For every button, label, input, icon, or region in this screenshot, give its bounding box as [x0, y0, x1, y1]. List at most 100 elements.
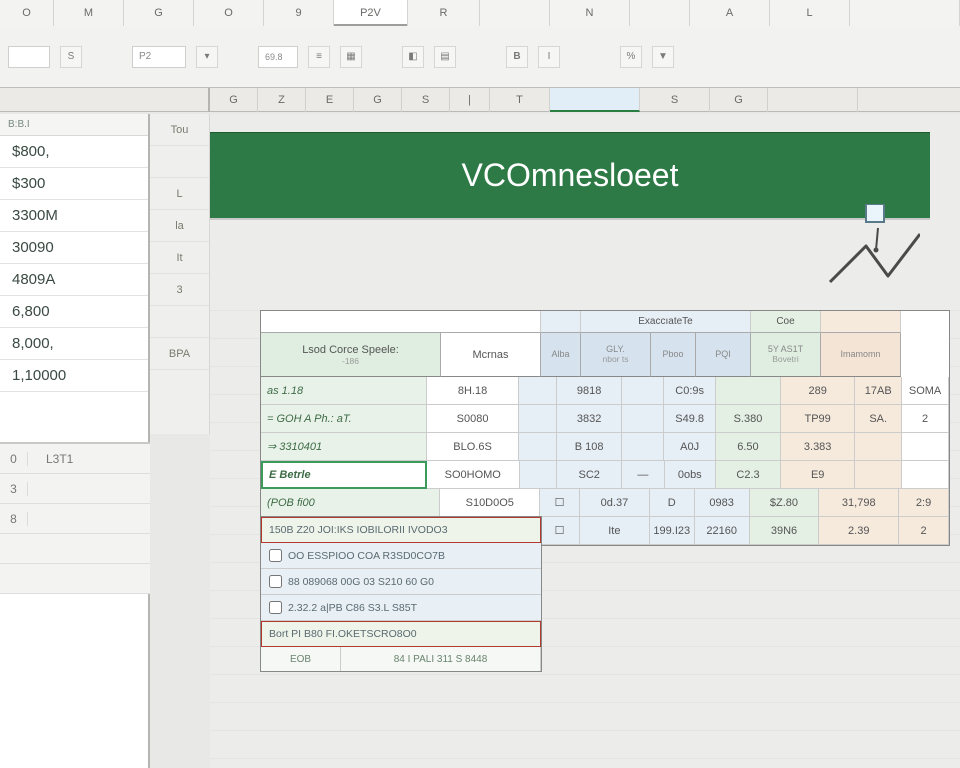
grid-col-header[interactable]: G: [710, 88, 768, 112]
table-cell[interactable]: [519, 405, 557, 433]
left-pane-value[interactable]: $800,: [0, 136, 148, 168]
tail-list-item[interactable]: 88 089068 00G 03 S210 60 G0: [261, 569, 541, 595]
table-cell[interactable]: [855, 461, 902, 489]
table-cell[interactable]: 8H.18: [427, 377, 520, 405]
table-cell[interactable]: 0obs: [665, 461, 716, 489]
table-cell[interactable]: SC2: [557, 461, 622, 489]
table-column-header[interactable]: Mcrnas: [441, 333, 541, 377]
ribbon-button[interactable]: ▤: [434, 46, 456, 68]
col-header[interactable]: [850, 0, 960, 26]
col-header[interactable]: O: [194, 0, 264, 26]
row-gutter-row[interactable]: [0, 534, 150, 564]
col-header[interactable]: L: [770, 0, 850, 26]
tail-list-item[interactable]: OO ESSPIOO COA R3SD0CO7B: [261, 543, 541, 569]
col-header[interactable]: G: [124, 0, 194, 26]
row-gutter-row[interactable]: [0, 564, 150, 594]
table-row[interactable]: as 1.188H.189818C0:9s28917ABSOMA: [261, 377, 949, 405]
dropdown-icon[interactable]: ▾: [196, 46, 218, 68]
embedded-table-tail[interactable]: 150B Z20 JOI:IKS IOBILORII IVODO3 OO ESS…: [260, 516, 542, 672]
table-cell[interactable]: 31,798: [819, 489, 899, 517]
table-cell[interactable]: [902, 461, 949, 489]
table-cell[interactable]: S.380: [716, 405, 781, 433]
left-pane-value[interactable]: 4809A: [0, 264, 148, 296]
table-cell[interactable]: —: [622, 461, 664, 489]
tail-list-item[interactable]: 2.32.2 a|PB C86 S3.L S85T: [261, 595, 541, 621]
table-cell[interactable]: ☐: [540, 489, 580, 517]
col-header[interactable]: [630, 0, 690, 26]
table-cell[interactable]: SO0HOMO: [427, 461, 520, 489]
table-cell[interactable]: [622, 377, 664, 405]
row-gutter-row[interactable]: 0L3T1: [0, 444, 150, 474]
table-cell[interactable]: D: [650, 489, 695, 517]
table-cell[interactable]: S49.8: [664, 405, 715, 433]
grid-col-header[interactable]: E: [306, 88, 354, 112]
table-column-header[interactable]: GLY.nbor ts: [581, 333, 651, 377]
bold-button[interactable]: B: [506, 46, 528, 68]
table-cell[interactable]: A0J: [664, 433, 715, 461]
tail-checkbox[interactable]: [269, 575, 282, 588]
table-cell[interactable]: 17AB: [855, 377, 902, 405]
col-header[interactable]: R: [408, 0, 480, 26]
table-column-header[interactable]: Alba: [541, 333, 581, 377]
left-pane-value[interactable]: 1,10000: [0, 360, 148, 392]
table-cell[interactable]: SOMA: [902, 377, 949, 405]
table-cell[interactable]: [902, 433, 949, 461]
table-cell[interactable]: C0:9s: [664, 377, 715, 405]
ribbon-button[interactable]: I: [538, 46, 560, 68]
table-cell[interactable]: 2: [899, 517, 949, 545]
table-cell[interactable]: S0080: [427, 405, 520, 433]
table-cell[interactable]: [622, 433, 664, 461]
ribbon-small-box[interactable]: [8, 46, 50, 68]
ribbon-button[interactable]: ▼: [652, 46, 674, 68]
table-column-header[interactable]: Lsod Corce Speele:-186: [261, 333, 441, 377]
col-header[interactable]: O: [0, 0, 54, 26]
col-header[interactable]: M: [54, 0, 124, 26]
row-gutter-row[interactable]: 8: [0, 504, 150, 534]
table-cell[interactable]: 3.383: [781, 433, 855, 461]
table-cell[interactable]: $Z.80: [750, 489, 820, 517]
left-pane-value[interactable]: 30090: [0, 232, 148, 264]
ribbon-button[interactable]: %: [620, 46, 642, 68]
table-cell[interactable]: 0983: [695, 489, 750, 517]
left-pane-value[interactable]: $300: [0, 168, 148, 200]
ribbon-button[interactable]: S: [60, 46, 82, 68]
table-cell[interactable]: E9: [781, 461, 855, 489]
table-cell[interactable]: [519, 433, 557, 461]
table-cell[interactable]: S10D0O5: [440, 489, 540, 517]
table-cell[interactable]: [622, 405, 664, 433]
grid-col-header[interactable]: S: [640, 88, 710, 112]
table-cell[interactable]: 2: [902, 405, 949, 433]
table-cell[interactable]: B 108: [557, 433, 622, 461]
table-row[interactable]: ⇒ 3310401BLO.6SB 108A0J6.503.383: [261, 433, 949, 461]
left-pane-value[interactable]: 8,000,: [0, 328, 148, 360]
table-cell[interactable]: 39N6: [750, 517, 820, 545]
col-header[interactable]: N: [550, 0, 630, 26]
grid-col-header[interactable]: T: [490, 88, 550, 112]
col-header-active[interactable]: P2V: [334, 0, 408, 26]
table-cell[interactable]: 0d.37: [580, 489, 650, 517]
table-cell[interactable]: 2.39: [819, 517, 899, 545]
ribbon-button[interactable]: ≡: [308, 46, 330, 68]
table-cell[interactable]: Ite: [580, 517, 650, 545]
grid-col-header[interactable]: Z: [258, 88, 306, 112]
table-cell[interactable]: ☐: [540, 517, 580, 545]
table-column-header[interactable]: 5Y AS1TBovetri: [751, 333, 821, 377]
table-cell[interactable]: [855, 433, 902, 461]
grid-col-header[interactable]: [768, 88, 858, 112]
table-cell[interactable]: TP99: [781, 405, 855, 433]
table-cell[interactable]: BLO.6S: [427, 433, 520, 461]
table-row[interactable]: = GOH A Ph.: aT.S00803832S49.8S.380TP99S…: [261, 405, 949, 433]
table-cell[interactable]: SA.: [855, 405, 902, 433]
grid-col-header[interactable]: [550, 88, 640, 112]
grid-col-header[interactable]: |: [450, 88, 490, 112]
table-cell[interactable]: [520, 461, 558, 489]
table-cell[interactable]: C2.3: [716, 461, 781, 489]
tail-checkbox[interactable]: [269, 549, 282, 562]
row-gutter-row[interactable]: 3: [0, 474, 150, 504]
tail-checkbox[interactable]: [269, 601, 282, 614]
table-row[interactable]: E BetrleSO0HOMOSC2—0obsC2.3E9: [261, 461, 949, 489]
table-cell[interactable]: 22160: [695, 517, 750, 545]
table-cell[interactable]: 9818: [557, 377, 622, 405]
col-header[interactable]: [480, 0, 550, 26]
grid-col-header[interactable]: S: [402, 88, 450, 112]
